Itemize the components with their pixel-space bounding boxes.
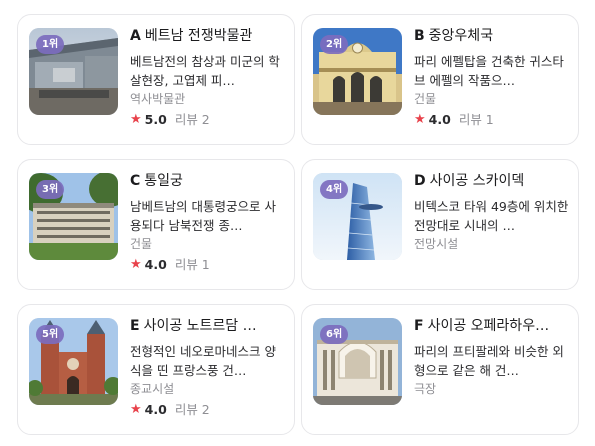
place-card-a[interactable]: 1위 A 베트남 전쟁박물관 베트남전의 참상과 미군의 학살현장, 고엽제 피…… (17, 14, 295, 145)
place-letter: A (130, 28, 141, 44)
place-letter: C (130, 173, 141, 189)
place-category: 종교시설 (130, 382, 175, 396)
place-card-grid: 1위 A 베트남 전쟁박물관 베트남전의 참상과 미군의 학살현장, 고엽제 피…… (0, 0, 595, 446)
place-description: 베트남전의 참상과 미군의 학살현장, 고엽제 피… (130, 54, 280, 88)
place-letter: D (414, 173, 426, 189)
star-icon: ★ (414, 112, 426, 127)
place-title[interactable]: C 통일궁 (130, 172, 286, 190)
place-description: 남베트남의 대통령궁으로 사용되다 남북전쟁 종… (130, 199, 276, 233)
place-description: 비텍스코 타워 49층에 위치한 전망대로 시내의 … (414, 199, 569, 233)
place-category: 건물 (414, 92, 437, 106)
place-name: 중앙우체국 (428, 28, 494, 44)
star-icon: ★ (130, 257, 142, 272)
opera-house-photo: 6위 (313, 318, 402, 405)
place-title[interactable]: F 사이공 오페라하우… (414, 317, 570, 335)
place-name: 사이공 오페라하우… (427, 318, 550, 334)
place-card-c[interactable]: 3위 C 통일궁 남베트남의 대통령궁으로 사용되다 남북전쟁 종… 건물 ★ 4… (17, 159, 295, 290)
cathedral-photo: 5위 (29, 318, 118, 405)
place-rating: ★ 4.0 리뷰 1 (414, 111, 570, 128)
place-rating: ★ 5.0 리뷰 2 (130, 111, 286, 128)
star-icon: ★ (130, 402, 142, 417)
place-description: 전형적인 네오로마네스크 양식을 띤 프랑스풍 건… (130, 344, 276, 378)
place-letter: B (414, 28, 425, 44)
rating-score: 4.0 (144, 402, 167, 417)
place-name: 사이공 노트르담 … (143, 318, 257, 334)
place-card-f[interactable]: 6위 F 사이공 오페라하우… 파리의 프티팔레와 비슷한 외형으로 같은 해 건… (301, 304, 579, 435)
rank-badge: 1위 (36, 35, 65, 54)
place-title[interactable]: A 베트남 전쟁박물관 (130, 27, 286, 45)
place-rating: ★ 4.0 리뷰 2 (130, 401, 286, 418)
review-count: 리뷰 2 (174, 112, 210, 127)
place-title[interactable]: D 사이공 스카이덱 (414, 172, 570, 190)
place-category: 극장 (414, 382, 437, 396)
place-rating: ★ 4.0 리뷰 1 (130, 256, 286, 273)
rank-badge: 3위 (36, 180, 65, 199)
place-category: 역사박물관 (130, 92, 186, 106)
place-card-b[interactable]: 2위 B 중앙우체국 파리 에펠탑을 건축한 귀스타브 에펠의 작품으… 건물 ★… (301, 14, 579, 145)
star-icon: ★ (130, 112, 142, 127)
place-name: 통일궁 (144, 173, 183, 189)
rating-score: 5.0 (144, 112, 167, 127)
place-category: 전망시설 (414, 237, 459, 251)
place-description: 파리 에펠탑을 건축한 귀스타브 에펠의 작품으… (414, 54, 564, 88)
rating-score: 4.0 (144, 257, 167, 272)
post-office-photo: 2위 (313, 28, 402, 115)
skyscraper-photo: 4위 (313, 173, 402, 260)
review-count: 리뷰 1 (174, 257, 210, 272)
rank-badge: 2위 (320, 35, 349, 54)
place-title[interactable]: E 사이공 노트르담 … (130, 317, 286, 335)
place-name: 사이공 스카이덱 (429, 173, 525, 189)
rank-badge: 4위 (320, 180, 349, 199)
place-card-e[interactable]: 5위 E 사이공 노트르담 … 전형적인 네오로마네스크 양식을 띤 프랑스풍 건… (17, 304, 295, 435)
place-description: 파리의 프티팔레와 비슷한 외형으로 같은 해 건… (414, 344, 564, 378)
review-count: 리뷰 2 (174, 402, 210, 417)
place-card-d[interactable]: 4위 D 사이공 스카이덱 비텍스코 타워 49층에 위치한 전망대로 시내의 …… (301, 159, 579, 290)
rating-score: 4.0 (428, 112, 451, 127)
rank-badge: 5위 (36, 325, 65, 344)
rank-badge: 6위 (320, 325, 349, 344)
palace-photo: 3위 (29, 173, 118, 260)
place-title[interactable]: B 중앙우체국 (414, 27, 570, 45)
place-letter: E (130, 318, 140, 334)
review-count: 리뷰 1 (458, 112, 494, 127)
place-category: 건물 (130, 237, 153, 251)
place-name: 베트남 전쟁박물관 (144, 28, 253, 44)
place-letter: F (414, 318, 424, 334)
war-museum-photo: 1위 (29, 28, 118, 115)
